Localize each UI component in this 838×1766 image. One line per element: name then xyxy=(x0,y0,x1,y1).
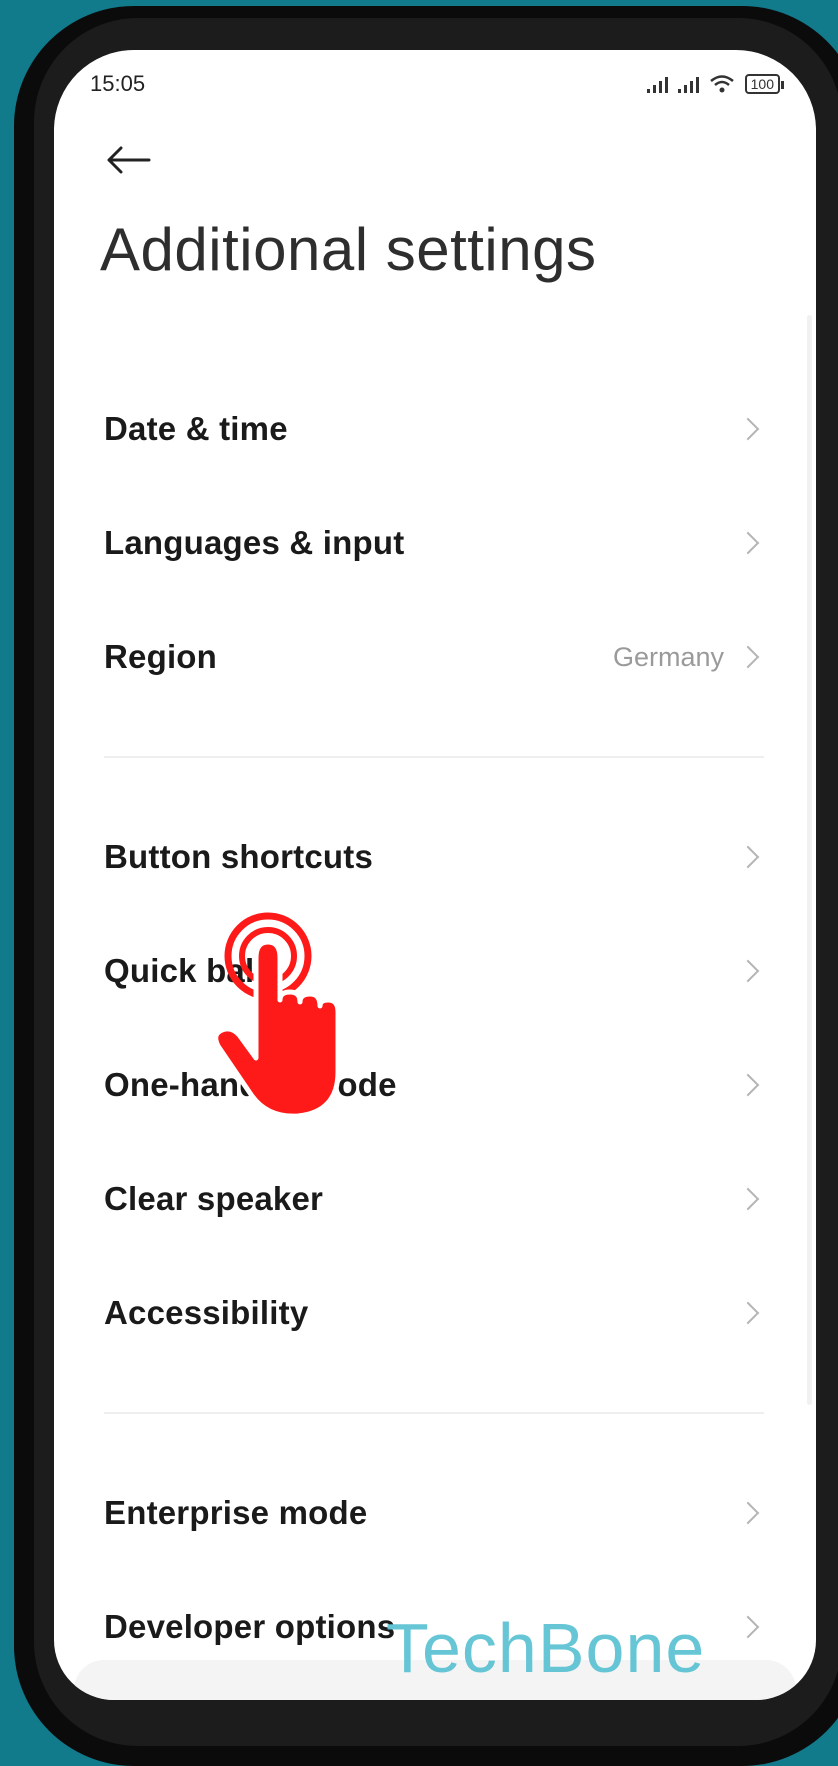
back-arrow-icon xyxy=(107,146,151,174)
settings-item-label: Enterprise mode xyxy=(104,1494,368,1531)
settings-item-label: Date & time xyxy=(104,410,288,447)
tap-hand-icon xyxy=(213,912,341,1119)
settings-item-date-time[interactable]: Date & time xyxy=(104,372,764,486)
status-bar: 15:05 100 xyxy=(90,58,785,110)
status-time: 15:05 xyxy=(90,71,146,96)
settings-item-label: Clear speaker xyxy=(104,1180,324,1217)
settings-item-label: Region xyxy=(104,638,218,675)
status-icons: 100 xyxy=(646,74,785,94)
settings-list: Date & time Languages & input Region Ger… xyxy=(104,372,764,1684)
chevron-right-icon xyxy=(736,959,760,983)
chevron-right-icon xyxy=(736,1187,760,1211)
chevron-right-icon xyxy=(736,1615,760,1639)
chevron-right-icon xyxy=(736,531,760,555)
settings-item-languages-input[interactable]: Languages & input xyxy=(104,486,764,600)
wifi-icon xyxy=(709,75,734,93)
page-title: Additional settings xyxy=(100,216,597,283)
settings-item-accessibility[interactable]: Accessibility xyxy=(104,1256,764,1370)
settings-item-enterprise-mode[interactable]: Enterprise mode xyxy=(104,1456,764,1570)
settings-item-label: Languages & input xyxy=(104,524,405,561)
chevron-right-icon xyxy=(736,417,760,441)
battery-icon: 100 xyxy=(744,74,785,94)
signal-icon xyxy=(646,75,668,93)
watermark-logo: TechBone xyxy=(386,1609,706,1687)
section-divider xyxy=(104,1412,764,1414)
settings-item-region[interactable]: Region Germany xyxy=(104,600,764,714)
chevron-right-icon xyxy=(736,1501,760,1525)
chevron-right-icon xyxy=(736,845,760,869)
section-divider xyxy=(104,756,764,758)
back-button[interactable] xyxy=(98,130,158,190)
chevron-right-icon xyxy=(736,1301,760,1325)
settings-item-button-shortcuts[interactable]: Button shortcuts xyxy=(104,800,764,914)
chevron-right-icon xyxy=(736,645,760,669)
settings-item-label: Accessibility xyxy=(104,1294,309,1331)
signal-icon xyxy=(677,75,699,93)
settings-item-clear-speaker[interactable]: Clear speaker xyxy=(104,1142,764,1256)
scrollbar[interactable] xyxy=(807,315,812,1405)
settings-item-label: Button shortcuts xyxy=(104,838,374,875)
settings-item-quick-ball[interactable]: Quick ball xyxy=(104,914,764,1028)
region-value: Germany xyxy=(612,641,724,672)
chevron-right-icon xyxy=(736,1073,760,1097)
settings-item-one-handed-mode[interactable]: One-handed mode xyxy=(104,1028,764,1142)
screen: 15:05 100 Additional settings Date & tim… xyxy=(54,50,816,1700)
settings-item-label: Developer options xyxy=(104,1608,396,1645)
